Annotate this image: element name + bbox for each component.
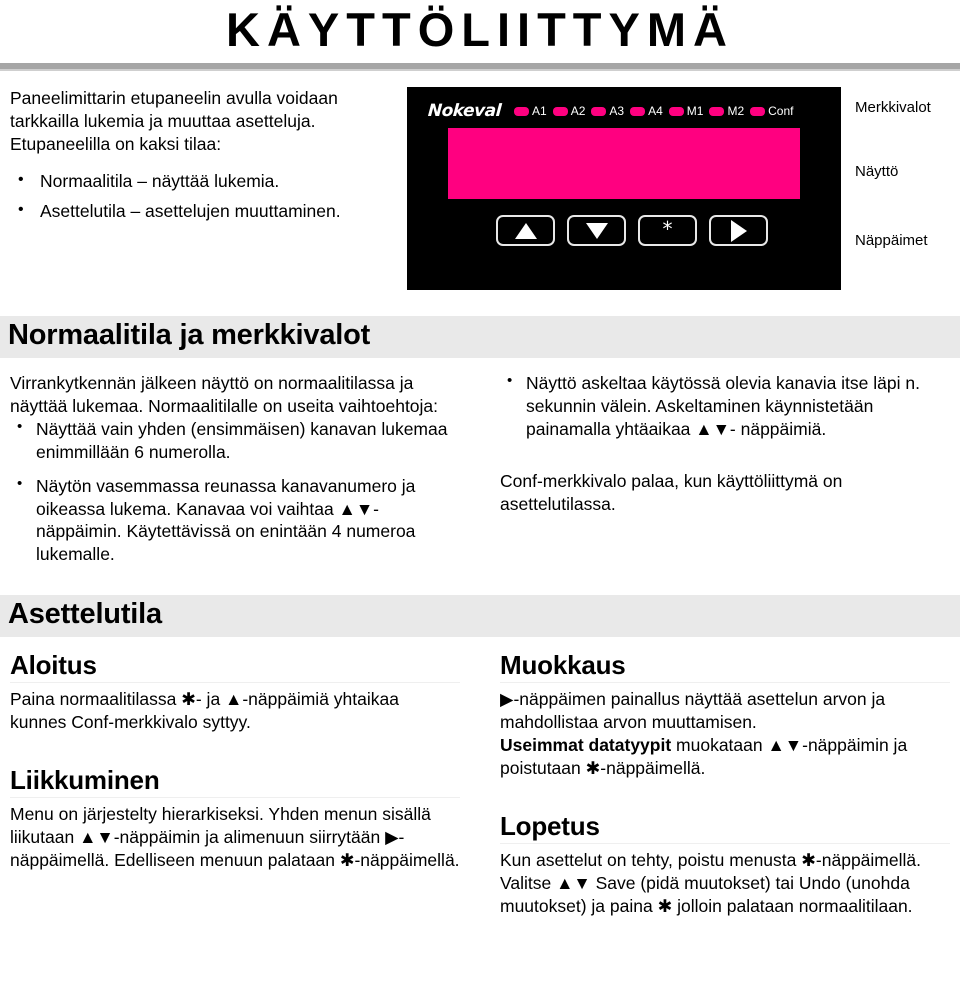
section-normal-columns: Virrankytkennän jälkeen näyttö on normaa… <box>0 358 960 577</box>
section-heading-band-normal: Normaalitila ja merkkivalot <box>0 316 960 358</box>
liikkuminen-body: Menu on järjestelty hierarkiseksi. Yhden… <box>10 804 460 871</box>
right-arrow-button[interactable] <box>709 215 768 246</box>
section-normal-left-bullets: Näyttää vain yhden (ensimmäisen) kanavan… <box>10 417 460 567</box>
device-callout-labels: Merkkivalot Näyttö Näppäimet <box>855 87 960 290</box>
subheading-divider <box>10 797 460 799</box>
subheading-lopetus: Lopetus <box>500 810 600 841</box>
led-indicator-icon <box>750 106 766 116</box>
device-indicator-bar: Nokeval A1 A2 A3 A4 M1 M2 Conf <box>427 101 833 121</box>
led-indicator-icon <box>630 106 646 116</box>
page-title: KÄYTTÖLIITTYMÄ <box>226 3 734 56</box>
led-label: M1 <box>686 104 704 118</box>
callout-keys: Näppäimet <box>855 232 928 249</box>
led-a4: A4 <box>630 105 663 117</box>
led-a2: A2 <box>552 104 586 118</box>
section-settings-right-column: Muokkaus ▶-näppäimen painallus näyttää a… <box>480 651 960 932</box>
list-item: Asettelutila – asettelujen muuttaminen. <box>10 199 406 223</box>
page-header: KÄYTTÖLIITTYMÄ <box>0 0 960 71</box>
led-label: Conf <box>768 104 794 118</box>
device-keypad: * <box>496 215 768 246</box>
section-settings-columns: Aloitus Paina normaalitilassa ✱- ja ▲-nä… <box>0 637 960 932</box>
device-illustration: Nokeval A1 A2 A3 A4 M1 M2 Conf * <box>407 87 841 290</box>
section-normal-intro: Virrankytkennän jälkeen näyttö on normaa… <box>10 372 439 416</box>
up-arrow-icon <box>514 222 537 239</box>
led-label: M2 <box>727 104 745 118</box>
list-item: Näytön vasemmassa reunassa kanavanumero … <box>10 474 460 567</box>
device-display-screen <box>448 128 800 199</box>
led-a1: A1 <box>514 105 547 117</box>
led-a3: A3 <box>591 105 624 117</box>
device-front-panel: Nokeval A1 A2 A3 A4 M1 M2 Conf * <box>407 87 841 290</box>
lopetus-body: Kun asettelut on tehty, poistu menusta ✱… <box>500 850 921 916</box>
list-item: Normaalitila – näyttää lukemia. <box>10 169 406 193</box>
section-normal-conf-note: Conf-merkkivalo palaa, kun käyttöliittym… <box>500 470 843 514</box>
led-m1: M1 <box>668 104 704 118</box>
list-item: Näyttää vain yhden (ensimmäisen) kanavan… <box>10 417 460 464</box>
led-label: A3 <box>609 104 625 118</box>
right-arrow-icon <box>730 219 747 242</box>
led-indicator-icon <box>552 106 568 116</box>
brand-logo: Nokeval <box>427 101 502 121</box>
muokkaus-body-line1: ▶-näppäimen painallus näyttää asettelun … <box>500 689 886 733</box>
led-indicator-icon <box>591 106 607 116</box>
subheading-divider <box>500 843 950 845</box>
asterisk-icon: * <box>662 216 673 241</box>
intro-section: Paneelimittarin etupaneelin avulla voida… <box>0 71 960 290</box>
section-heading-band-settings: Asettelutila <box>0 595 960 638</box>
intro-paragraph: Paneelimittarin etupaneelin avulla voida… <box>10 88 338 155</box>
muokkaus-body-line2: Useimmat datatyypit muokataan ▲▼-näppäim… <box>500 734 950 780</box>
section-heading: Asettelutila <box>8 598 162 631</box>
led-label: A1 <box>532 104 547 118</box>
section-heading: Normaalitila ja merkkivalot <box>8 319 371 351</box>
intro-text-block: Paneelimittarin etupaneelin avulla voida… <box>0 87 406 230</box>
led-label: A2 <box>570 104 586 118</box>
subheading-divider <box>500 682 950 684</box>
led-indicator-icon <box>709 106 725 116</box>
led-m2: M2 <box>709 105 744 117</box>
asterisk-button[interactable]: * <box>638 215 697 246</box>
title-divider <box>0 63 960 71</box>
subheading-divider <box>10 682 460 684</box>
section-normal-right-bullets: Näyttö askeltaa käytössä olevia kanavia … <box>500 371 950 441</box>
callout-display: Näyttö <box>855 163 899 180</box>
led-indicator-group: A1 A2 A3 A4 M1 M2 Conf <box>514 105 793 117</box>
list-item: Näyttö askeltaa käytössä olevia kanavia … <box>500 371 950 441</box>
up-arrow-button[interactable] <box>496 215 555 246</box>
muokkaus-bold-term: Useimmat datatyypit <box>500 735 672 756</box>
section-settings-left-column: Aloitus Paina normaalitilassa ✱- ja ▲-nä… <box>0 651 480 932</box>
subheading-liikkuminen: Liikkuminen <box>10 765 160 796</box>
subheading-muokkaus: Muokkaus <box>500 650 626 681</box>
led-label: A4 <box>648 104 663 118</box>
led-indicator-icon <box>514 106 530 116</box>
down-arrow-icon <box>585 222 608 239</box>
section-normal-right-column: Näyttö askeltaa käytössä olevia kanavia … <box>480 371 960 577</box>
subheading-aloitus: Aloitus <box>10 650 97 681</box>
aloitus-body: Paina normaalitilassa ✱- ja ▲-näppäimiä … <box>10 689 399 733</box>
led-indicator-icon <box>668 106 684 116</box>
section-normal-left-column: Virrankytkennän jälkeen näyttö on normaa… <box>0 372 480 577</box>
callout-leds: Merkkivalot <box>855 99 931 116</box>
intro-bullet-list: Normaalitila – näyttää lukemia. Asettelu… <box>10 169 406 223</box>
down-arrow-button[interactable] <box>567 215 626 246</box>
led-conf: Conf <box>750 105 793 117</box>
